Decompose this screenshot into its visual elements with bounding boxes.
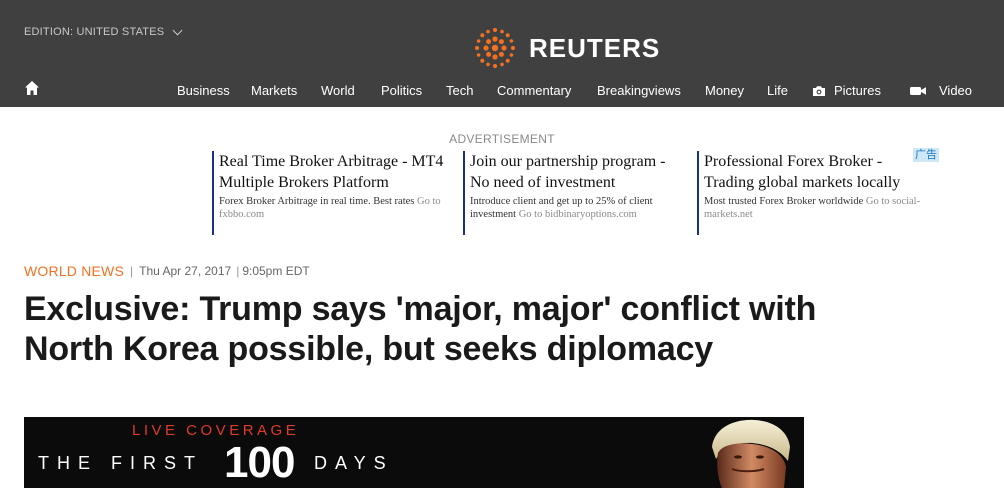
nav-breakingviews[interactable]: Breakingviews: [597, 83, 681, 98]
nav-tech[interactable]: Tech: [446, 83, 473, 98]
article-headline: Exclusive: Trump says 'major, major' con…: [24, 290, 817, 368]
ad-description: Introduce client and get up to 25% of cl…: [470, 195, 687, 221]
article-meta: WORLD NEWS | Thu Apr 27, 2017 | 9:05pm E…: [24, 263, 310, 279]
nav-label: Politics: [381, 83, 423, 98]
nav-world[interactable]: World: [321, 83, 355, 98]
ad-item[interactable]: Professional Forex Broker - Trading glob…: [697, 151, 931, 235]
nav-label: Breakingviews: [597, 83, 681, 98]
nav-label: Pictures: [834, 83, 881, 98]
nav-label: Life: [767, 83, 788, 98]
ad-item[interactable]: Real Time Broker Arbitrage - MT4 Multipl…: [212, 151, 456, 235]
nav-label: Business: [177, 83, 230, 98]
nav-business[interactable]: Business: [177, 83, 230, 98]
nav-label: Tech: [446, 83, 474, 98]
first-100-days-banner[interactable]: LIVE COVERAGE THE FIRST 100 DAYS: [24, 417, 804, 488]
nav-label: Commentary: [497, 83, 572, 98]
nav-label: Video: [939, 83, 973, 98]
edition-selector[interactable]: EDITION: UNITED STATES: [24, 25, 183, 38]
nav-video[interactable]: Video: [909, 83, 972, 98]
nav-label: Markets: [251, 83, 298, 98]
divider: |: [236, 264, 240, 278]
ad-goto-link[interactable]: Go to bidbinaryoptions.com: [519, 209, 637, 220]
ad-description: Forex Broker Arbitrage in real time. Bes…: [219, 195, 456, 221]
ad-desc-text: Forex Broker Arbitrage in real time. Bes…: [219, 196, 415, 207]
nav-money[interactable]: Money: [705, 83, 744, 98]
site-header: EDITION: UNITED STATES REUTERS Business …: [0, 0, 1004, 107]
ad-description: Most trusted Forex Broker worldwide Go t…: [704, 195, 931, 221]
edition-label: EDITION: UNITED STATES: [24, 26, 165, 38]
reuters-dots-icon: [474, 27, 516, 69]
article-time: 9:05pm EDT: [242, 264, 310, 278]
nav-label: World: [321, 83, 355, 98]
camera-icon: [813, 85, 825, 96]
video-icon: [910, 86, 926, 95]
ad-desc-text: Most trusted Forex Broker worldwide: [704, 196, 864, 207]
ad-title[interactable]: Real Time Broker Arbitrage - MT4 Multipl…: [219, 151, 456, 193]
banner-days-text: DAYS: [314, 453, 394, 473]
live-coverage-label: LIVE COVERAGE: [132, 422, 300, 439]
nav-label: Money: [705, 83, 745, 98]
reuters-logo[interactable]: REUTERS: [471, 26, 660, 70]
ad-item[interactable]: Join our partnership program - No need o…: [463, 151, 687, 235]
article-date: Thu Apr 27, 2017: [139, 264, 232, 278]
nav-pictures[interactable]: Pictures: [812, 83, 881, 98]
nav-markets[interactable]: Markets: [251, 83, 297, 98]
banner-number: 100: [224, 438, 295, 487]
logo-text: REUTERS: [529, 32, 661, 63]
main-nav: Business Markets World Politics Tech Com…: [0, 83, 1004, 101]
banner-first-text: THE FIRST: [38, 453, 203, 473]
ad-title[interactable]: Professional Forex Broker - Trading glob…: [704, 151, 931, 193]
nav-life[interactable]: Life: [767, 83, 788, 98]
section-link[interactable]: WORLD NEWS: [24, 263, 124, 279]
portrait-image: [712, 419, 790, 488]
ad-title[interactable]: Join our partnership program - No need o…: [470, 151, 687, 193]
nav-politics[interactable]: Politics: [381, 83, 422, 98]
divider: |: [130, 264, 134, 278]
nav-commentary[interactable]: Commentary: [497, 83, 571, 98]
chevron-down-icon: [172, 25, 183, 35]
advertisement-label: ADVERTISEMENT: [449, 132, 555, 146]
